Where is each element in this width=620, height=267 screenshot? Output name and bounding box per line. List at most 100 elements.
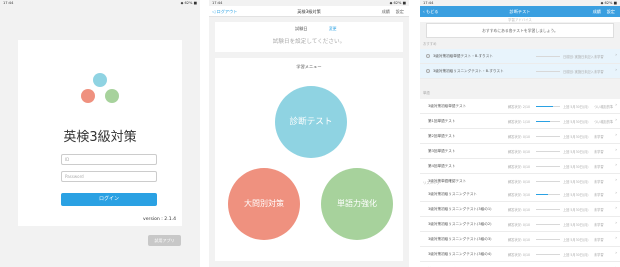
list-item-date: 日前回: 実施日未記入 bbox=[563, 55, 594, 59]
list-item-date: 上回 5月30日(月) bbox=[563, 135, 589, 139]
list-item-title: 3級対策初級リスニングテスト(3級の3) bbox=[428, 237, 492, 241]
nav-bar: ◁ ログアウト 英検3級対策 成績 設定 bbox=[209, 6, 409, 17]
list-item-title: 3級対策初級リスニングテスト(3級の1) bbox=[428, 207, 492, 211]
login-button[interactable]: ログイン bbox=[61, 193, 157, 206]
progress-bar bbox=[536, 121, 560, 122]
advice-box: おすすめにある各テストを学習しましょう。 bbox=[426, 23, 614, 38]
vocabulary-label: 単語力強化 bbox=[337, 199, 377, 208]
progress-bar bbox=[536, 166, 560, 167]
progress-bar bbox=[536, 106, 560, 107]
list-item[interactable]: 3級対策初級単語テスト 解答状況: 2/10 上回 5月30日(月) つい増加的準 › bbox=[420, 99, 620, 114]
list-item-status: 未学習 bbox=[594, 70, 604, 74]
section-practice-button[interactable]: 大問別対策 bbox=[228, 168, 300, 240]
list-item-answer-status: 解答状況: 0/10 bbox=[508, 135, 530, 139]
clock-icon bbox=[426, 54, 430, 58]
section-header-recommend: おすすめ bbox=[423, 42, 437, 46]
chevron-right-icon: › bbox=[615, 118, 617, 123]
password-field[interactable]: Password bbox=[61, 171, 157, 182]
list-item-answer-status: 解答状況: 0/10 bbox=[508, 238, 530, 242]
progress-bar bbox=[536, 56, 560, 57]
list-item[interactable]: 第3回単語テスト 解答状況: 0/10 上回 5月30日(月) 未学習 › bbox=[420, 144, 620, 159]
logo-dot-right bbox=[105, 89, 119, 103]
list-item-date: 上回 5月30日(月) bbox=[563, 193, 589, 197]
list-item-date: 上回 5月30日(月) bbox=[563, 120, 589, 124]
list-item[interactable]: 3級対策初級リスニングテスト 解答状況: 3/10 上回 5月30日(月) 未学習 › bbox=[420, 187, 620, 202]
list-item[interactable]: 3級対策初級リスニングテスト(3級の2) 解答状況: 0/10 上回 5月30日(月… bbox=[420, 217, 620, 232]
list-item-date: 上回 5月30日(月) bbox=[563, 165, 589, 169]
chevron-right-icon: › bbox=[615, 191, 617, 196]
chevron-right-icon: › bbox=[615, 148, 617, 153]
diagnostic-test-button[interactable]: 診断テスト bbox=[275, 86, 347, 158]
list-item[interactable]: 3級対策初級リスニングテスト(3級の1) 解答状況: 0/10 上回 5月30日(月… bbox=[420, 202, 620, 217]
section-practice-label: 大問別対策 bbox=[244, 199, 284, 208]
list-item-date: 上回 5月30日(月) bbox=[563, 253, 589, 257]
list-item-title: 3級対策初級リスニングテスト・B-すりスト bbox=[433, 69, 504, 73]
list-item-date: 日前回: 実施日未記入 bbox=[563, 70, 594, 74]
list-item-date: 上回 5月30日(月) bbox=[563, 150, 589, 154]
list-item-status: つい増加的準 bbox=[594, 120, 614, 124]
battery-indicator: ◆ 62% ■ bbox=[600, 1, 617, 5]
version-label: version : 2.1.4 bbox=[143, 217, 176, 222]
list-item-answer-status: 解答状況: 2/10 bbox=[508, 105, 530, 109]
list-item[interactable]: 第1回リスニングテスト解答状況: 0/10上回 5月30日(月)未学習› bbox=[420, 262, 620, 267]
vocabulary-button[interactable]: 単語力強化 bbox=[321, 168, 393, 240]
chevron-right-icon: › bbox=[615, 68, 617, 73]
list-item-date: 上回 5月30日(月) bbox=[563, 105, 589, 109]
login-screen: 17:44 ◆ 62% ■ 英検3級対策 ID Password ログイン ve… bbox=[0, 0, 200, 267]
list-item-title: 第1回単語テスト bbox=[428, 119, 456, 123]
list-item-status: 未学習 bbox=[594, 238, 604, 242]
results-button[interactable]: 成績 bbox=[593, 9, 601, 15]
login-card: 英検3級対策 ID Password ログイン version : 2.1.4 bbox=[18, 40, 182, 226]
list-item-status: つい増加的準 bbox=[594, 105, 614, 109]
list-item-title: 3級対策初級リスニングテスト(3級の4) bbox=[428, 252, 492, 256]
list-item-status: 未学習 bbox=[594, 150, 604, 154]
progress-bar bbox=[536, 254, 560, 255]
logo-dot-left bbox=[81, 89, 95, 103]
logo-dot-top bbox=[93, 73, 107, 87]
list-item[interactable]: 第1回単語テスト 解答状況: 1/10 上回 5月30日(月) つい増加的準 › bbox=[420, 114, 620, 129]
list-item-title: 第2回単語テスト bbox=[428, 134, 456, 138]
nav-title: 診断テスト bbox=[509, 9, 531, 14]
chevron-right-icon: › bbox=[615, 236, 617, 241]
settings-button[interactable]: 設定 bbox=[607, 9, 615, 15]
list-item[interactable]: 3級対策初級単語テスト・B-すりスト 日前回: 実施日未記入 未学習 › bbox=[420, 49, 620, 64]
list-item[interactable]: 3級対策初級リスニングテスト(3級の3) 解答状況: 0/10 上回 5月30日(月… bbox=[420, 232, 620, 247]
list-item[interactable]: 第2回単語テスト 解答状況: 0/10 上回 5月30日(月) 未学習 › bbox=[420, 129, 620, 144]
clock-icon bbox=[426, 69, 430, 73]
app-title: 英検3級対策 bbox=[63, 130, 137, 145]
list-item[interactable]: 3級対策初級リスニングテスト(3級の4) 解答状況: 0/10 上回 5月30日(月… bbox=[420, 247, 620, 262]
chevron-right-icon: › bbox=[615, 163, 617, 168]
settings-button[interactable]: 設定 bbox=[396, 9, 404, 15]
demo-app-button[interactable]: 試用アプリ bbox=[148, 235, 181, 246]
id-field[interactable]: ID bbox=[61, 154, 157, 165]
section-header-vocab: 単語 bbox=[423, 91, 430, 95]
list-item-answer-status: 解答状況: 1/10 bbox=[508, 120, 530, 124]
results-button[interactable]: 成績 bbox=[382, 9, 390, 15]
chevron-right-icon: › bbox=[615, 133, 617, 138]
progress-bar bbox=[536, 136, 560, 137]
list-item-answer-status: 解答状況: 0/10 bbox=[508, 165, 530, 169]
list-item-answer-status: 解答状況: 0/10 bbox=[508, 223, 530, 227]
progress-bar bbox=[536, 224, 560, 225]
list-item-title: 3級対策初級リスニングテスト bbox=[428, 192, 478, 196]
advice-heading: 学習アドバイス bbox=[420, 17, 620, 22]
list-item-title: 第3回単語テスト bbox=[428, 149, 456, 153]
list-item-date: 上回 5月30日(月) bbox=[563, 208, 589, 212]
list-item-status: 未学習 bbox=[594, 223, 604, 227]
list-item-status: 未学習 bbox=[594, 208, 604, 212]
chevron-right-icon: › bbox=[615, 221, 617, 226]
list-item[interactable]: 第4回単語テスト 解答状況: 0/10 上回 5月30日(月) 未学習 › bbox=[420, 159, 620, 174]
list-item[interactable]: 3級対策初級リスニングテスト・B-すりスト 日前回: 実施日未記入 未学習 › bbox=[420, 64, 620, 79]
progress-bar bbox=[536, 71, 560, 72]
list-item-title: 第4回単語テスト bbox=[428, 164, 456, 168]
chevron-right-icon: › bbox=[615, 53, 617, 58]
exam-date-change-link[interactable]: 変更 bbox=[329, 26, 337, 32]
study-menu-label: 学習メニュー bbox=[296, 64, 322, 69]
chevron-right-icon: › bbox=[615, 103, 617, 108]
list-item-status: 未学習 bbox=[594, 165, 604, 169]
section-header-listening: リスニング bbox=[423, 181, 440, 185]
battery-indicator: ◆ 62% ■ bbox=[180, 1, 197, 5]
list-item-date: 上回 5月30日(月) bbox=[563, 223, 589, 227]
list-item-answer-status: 解答状況: 0/10 bbox=[508, 150, 530, 154]
study-menu-card: 学習メニュー 診断テスト 大問別対策 単語力強化 bbox=[215, 58, 403, 261]
